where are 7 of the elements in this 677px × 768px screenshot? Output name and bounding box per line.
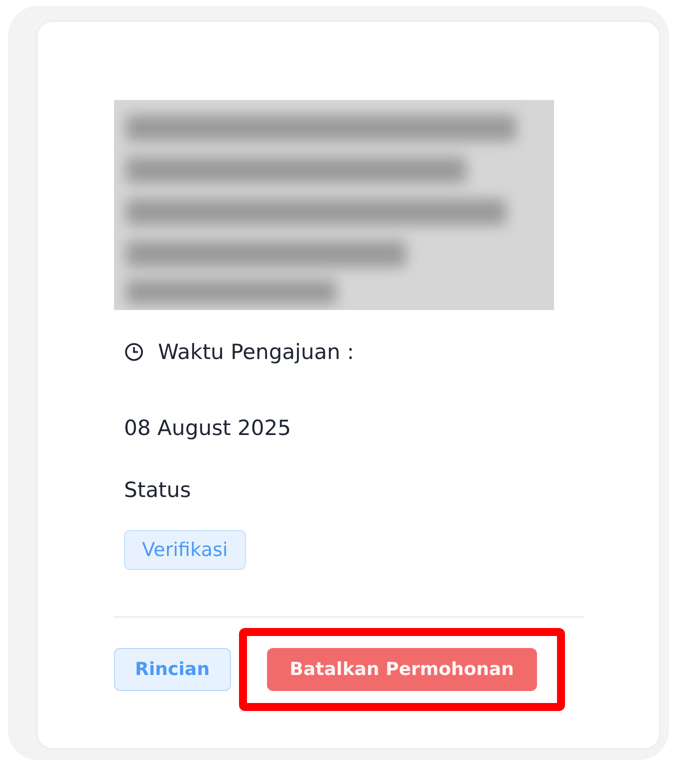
- status-label: Status: [124, 478, 191, 502]
- cancel-request-button[interactable]: Batalkan Permohonan: [266, 648, 537, 691]
- submission-date: 08 August 2025: [124, 416, 292, 440]
- status-badge: Verifikasi: [124, 530, 246, 570]
- submission-time-label: Waktu Pengajuan :: [158, 340, 354, 364]
- clock-icon: [124, 342, 144, 362]
- details-button[interactable]: Rincian: [114, 648, 231, 691]
